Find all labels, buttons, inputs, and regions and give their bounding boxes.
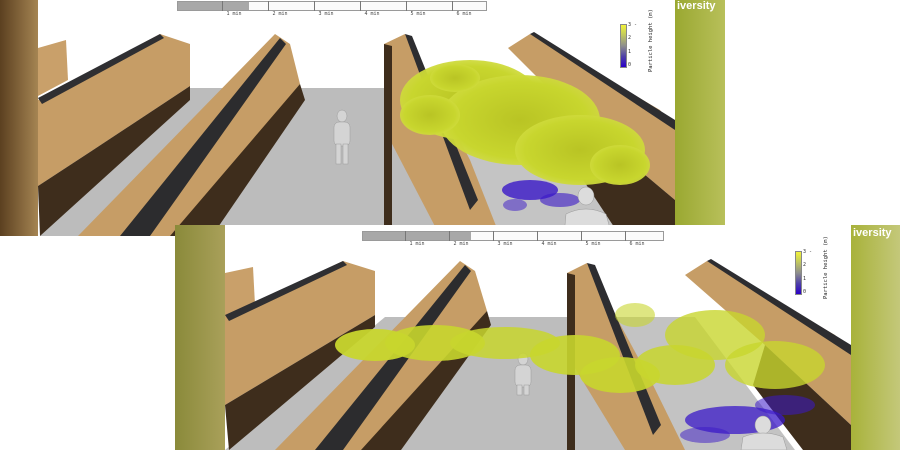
colorbar-title: Particle height (m) [648,9,654,72]
colorbar [620,24,627,68]
timeline-tick-label: 2 min [272,11,288,17]
colorbar-tick: 0 [628,62,632,68]
brand-panel [851,225,900,450]
colorbar-tick: 1 [628,49,632,55]
timeline-progress [363,232,471,240]
timeline-tick-label: 4 min [364,11,380,17]
colorbar-tick: 2 [803,262,807,268]
side-panel-left [0,0,38,236]
side-panel-left [175,225,225,450]
timeline-bar[interactable]: 1 min 2 min 3 min 4 min 5 min 6 min [362,231,664,247]
colorbar [795,251,802,295]
colorbar-tick: 3 - [803,249,813,255]
brand-panel [675,0,725,236]
timeline-tick-label: 2 min [453,241,469,247]
timeline-tick-label: 1 min [409,241,425,247]
colorbar-tick: 2 [628,35,632,41]
timeline-tick-label: 4 min [541,241,557,247]
timeline-tick-label: 5 min [585,241,601,247]
colorbar-tick: 1 [803,276,807,282]
colorbar-tick: 0 [803,289,807,295]
colorbar-title: Particle height (m) [823,236,829,299]
simulation-frame-2: 1 min 2 min 3 min 4 min 5 min 6 min 3 - … [175,225,900,450]
timeline-tick-label: 6 min [456,11,472,17]
timeline-tick-label: 1 min [226,11,242,17]
timeline-tick-label: 5 min [410,11,426,17]
timeline-progress [178,2,249,10]
timeline-tick-label: 3 min [497,241,513,247]
timeline-tick-label: 3 min [318,11,334,17]
simulation-frame-1: 1 min 2 min 3 min 4 min 5 min 6 min 3 - … [0,0,725,236]
timeline-bar[interactable]: 1 min 2 min 3 min 4 min 5 min 6 min [177,1,487,17]
brand-text: iversity [677,0,716,12]
timeline-tick-label: 6 min [629,241,645,247]
office-scene-2 [175,225,900,450]
colorbar-tick: 3 - [628,22,638,28]
office-scene-1 [0,0,725,236]
brand-text: iversity [853,227,892,239]
